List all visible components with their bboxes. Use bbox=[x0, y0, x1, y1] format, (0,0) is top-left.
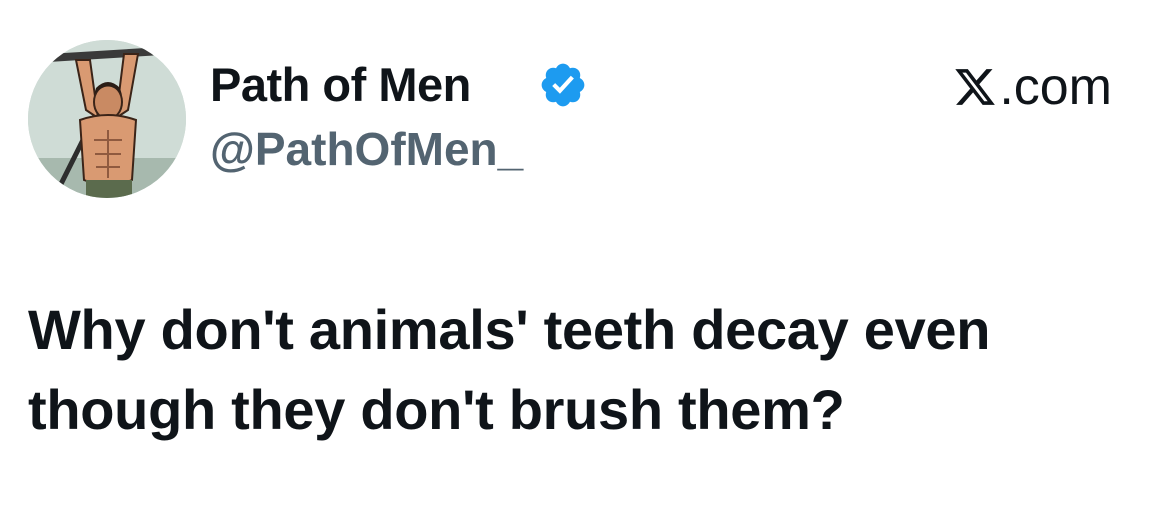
verified-badge-icon bbox=[538, 60, 588, 110]
author-display-name[interactable]: Path of Men bbox=[210, 56, 471, 114]
tweet-text: Why don't animals' teeth decay even thou… bbox=[28, 298, 991, 441]
avatar-image bbox=[28, 40, 186, 198]
source-domain-text: .com bbox=[999, 58, 1112, 116]
source-label: .com bbox=[953, 56, 1112, 118]
avatar[interactable] bbox=[28, 40, 186, 198]
author-handle[interactable]: @PathOfMen_ bbox=[210, 120, 523, 178]
x-logo-icon bbox=[953, 64, 997, 110]
